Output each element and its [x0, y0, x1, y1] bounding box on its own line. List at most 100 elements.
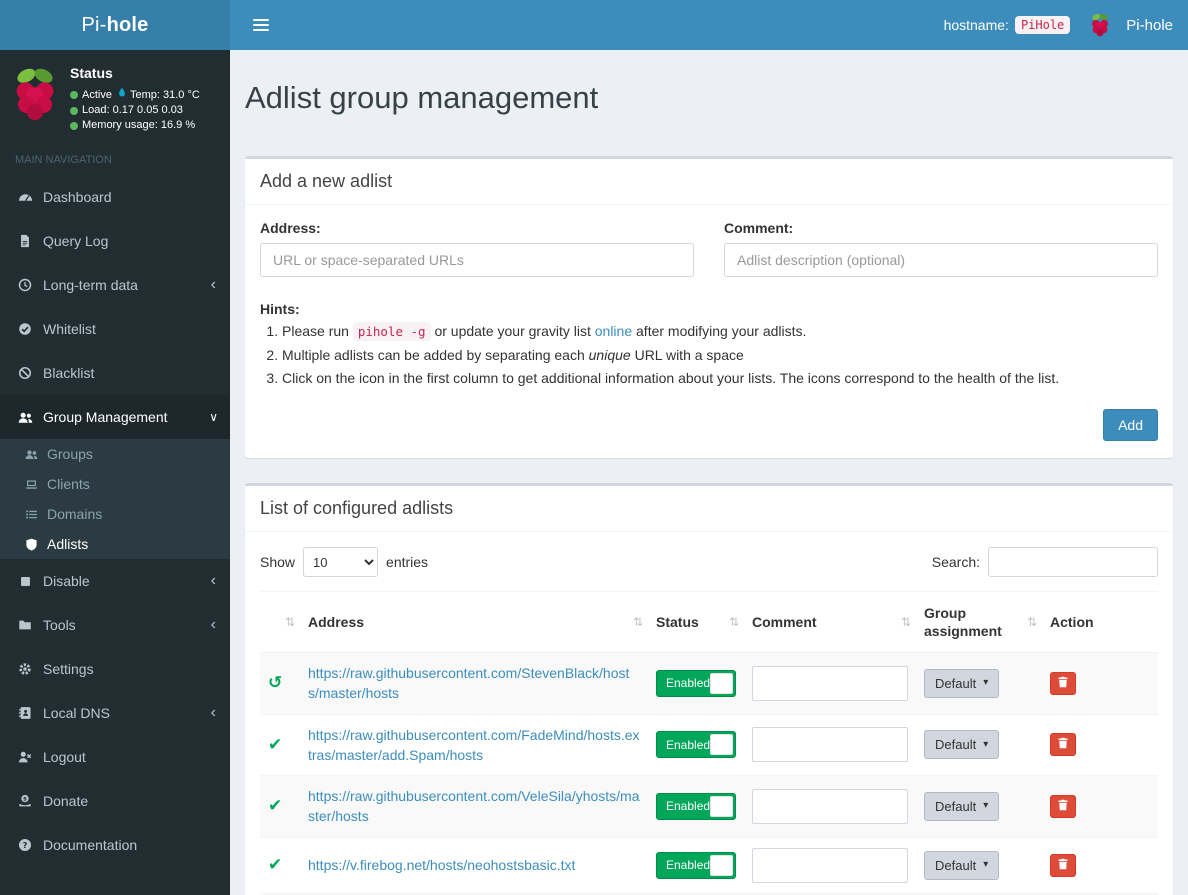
row-comment-input[interactable] [752, 788, 908, 824]
sidebar-item-local-dns[interactable]: Local DNS ‹ [0, 691, 230, 735]
status-toggle-label: Enabled [666, 676, 711, 691]
sidebar-item-disable[interactable]: Disable ‹ [0, 559, 230, 603]
adlist-url-link[interactable]: https://raw.githubusercontent.com/Steven… [308, 665, 629, 701]
adlist-url-link[interactable]: https://v.firebog.net/hosts/neohostsbasi… [308, 857, 575, 873]
comment-label: Comment: [724, 220, 794, 236]
check-icon[interactable]: ✔ [268, 855, 282, 875]
sidebar-item-adlists[interactable]: Adlists [0, 529, 230, 559]
ban-icon [15, 366, 35, 380]
column-header-group-assignment[interactable]: Group assignment ⇅ [916, 591, 1042, 653]
adlist-row: ↺ https://raw.githubusercontent.com/Stev… [260, 652, 1158, 715]
sidebar-item-whitelist[interactable]: Whitelist [0, 307, 230, 351]
stop-icon [15, 575, 35, 588]
sidebar-item-settings[interactable]: Settings [0, 647, 230, 691]
hints-block: Hints: Please run pihole -g or update yo… [260, 301, 1158, 388]
table-header-row: ⇅ Address ⇅ Status ⇅ Comment ⇅ Group assign… [260, 591, 1158, 653]
status-memory-label: Memory usage: 16.9 % [82, 119, 196, 131]
trash-icon [1057, 737, 1069, 752]
address-input[interactable] [260, 243, 694, 277]
temperature-icon [118, 87, 126, 103]
check-icon[interactable]: ✔ [268, 735, 282, 755]
check-icon[interactable]: ✔ [268, 796, 282, 816]
sidebar-item-clients[interactable]: Clients [0, 469, 230, 499]
status-toggle[interactable]: Enabled [656, 669, 736, 697]
hints-title: Hints: [260, 301, 300, 317]
sidebar-item-blacklist[interactable]: Blacklist [0, 351, 230, 395]
app-logo-text: Pi-hole [81, 13, 149, 36]
pihole-brand-link[interactable]: Pi-hole [1090, 10, 1173, 40]
user-times-icon [15, 750, 35, 764]
sidebar-toggle-button[interactable] [245, 9, 277, 41]
column-header-status[interactable]: Status ⇅ [648, 591, 744, 653]
page-length-control: Show 10 entries [260, 547, 428, 577]
sidebar-item-tools[interactable]: Tools ‹ [0, 603, 230, 647]
column-header-comment[interactable]: Comment ⇅ [744, 591, 916, 653]
sidebar-item-long-term-data[interactable]: Long-term data ‹ [0, 263, 230, 307]
sidebar-item-group-management[interactable]: Group Management ∨ [0, 395, 230, 439]
app-logo[interactable]: Pi-hole [0, 0, 230, 50]
sidebar-item-dashboard[interactable]: Dashboard [0, 175, 230, 219]
adlist-url-link[interactable]: https://raw.githubusercontent.com/FadeMi… [308, 727, 640, 763]
new-adlist-comment-input[interactable] [724, 243, 1158, 277]
pihole-logo-icon [1090, 10, 1110, 40]
sidebar-item-query-log[interactable]: Query Log [0, 219, 230, 263]
toggle-knob [710, 734, 733, 756]
delete-button[interactable] [1050, 733, 1076, 757]
search-label: Search: [931, 554, 980, 570]
pihole-logo-icon [12, 63, 58, 133]
row-comment-input[interactable] [752, 847, 908, 883]
gear-icon [15, 662, 35, 676]
adlist-row: ✔ https://raw.githubusercontent.com/Fade… [260, 713, 1158, 776]
sidebar-item-domains[interactable]: Domains [0, 499, 230, 529]
status-title: Status [70, 65, 113, 81]
column-header-health[interactable]: ⇅ [260, 591, 300, 653]
delete-button[interactable] [1050, 671, 1076, 695]
status-toggle[interactable]: Enabled [656, 792, 736, 820]
caret-down-icon: ▾ [983, 800, 989, 812]
group-assignment-dropdown[interactable]: Default ▾ [924, 668, 1000, 698]
sidebar-item-logout[interactable]: Logout [0, 735, 230, 779]
search-input[interactable] [988, 547, 1158, 577]
status-load-label: Load: 0.17 0.05 0.03 [82, 104, 183, 116]
add-adlist-card-header: Add a new adlist [245, 159, 1173, 205]
status-toggle[interactable]: Enabled [656, 851, 736, 879]
status-active-dot [70, 91, 78, 99]
card-title: List of configured adlists [260, 498, 454, 518]
column-header-address[interactable]: Address ⇅ [300, 591, 648, 653]
sidebar: Status Active Temp: 31.0 °C Load: 0.17 0… [0, 50, 230, 895]
toggle-knob [710, 854, 733, 876]
toggle-knob [710, 672, 733, 694]
hint-item: Click on the icon in the first column to… [282, 368, 1158, 388]
status-toggle[interactable]: Enabled [656, 731, 736, 759]
online-link[interactable]: online [595, 323, 632, 339]
row-comment-input[interactable] [752, 665, 908, 701]
sidebar-item-groups[interactable]: Groups [0, 439, 230, 469]
sidebar-item-donate[interactable]: $ Donate [0, 779, 230, 823]
adlist-url-link[interactable]: https://raw.githubusercontent.com/VeleSi… [308, 788, 640, 824]
chevron-left-icon: ‹ [210, 616, 216, 633]
trash-icon [1057, 799, 1069, 814]
hint-item: Please run pihole -g or update your grav… [282, 321, 1158, 342]
sidebar-item-documentation[interactable]: ? Documentation [0, 823, 230, 867]
group-assignment-dropdown[interactable]: Default ▾ [924, 850, 1000, 880]
svg-text:$: $ [23, 797, 27, 803]
page-size-select[interactable]: 10 [303, 547, 379, 577]
sort-icon: ⇅ [900, 615, 911, 629]
delete-button[interactable] [1050, 794, 1076, 818]
status-toggle-label: Enabled [666, 799, 711, 814]
adlist-table-card-header: List of configured adlists [245, 486, 1173, 532]
delete-button[interactable] [1050, 853, 1076, 877]
pihole-brand-label: Pi-hole [1126, 16, 1173, 34]
show-label: Show [260, 554, 296, 570]
address-label: Address: [260, 220, 321, 236]
trash-icon [1057, 858, 1069, 873]
history-icon[interactable]: ↺ [268, 673, 282, 693]
add-button[interactable]: Add [1103, 409, 1158, 441]
folder-icon [15, 618, 35, 632]
row-comment-input[interactable] [752, 727, 908, 763]
status-memory-dot [70, 121, 78, 130]
group-assignment-dropdown[interactable]: Default ▾ [924, 730, 1000, 760]
entries-label: entries [386, 554, 429, 570]
group-assignment-dropdown[interactable]: Default ▾ [924, 791, 1000, 821]
donate-icon: $ [15, 794, 35, 808]
